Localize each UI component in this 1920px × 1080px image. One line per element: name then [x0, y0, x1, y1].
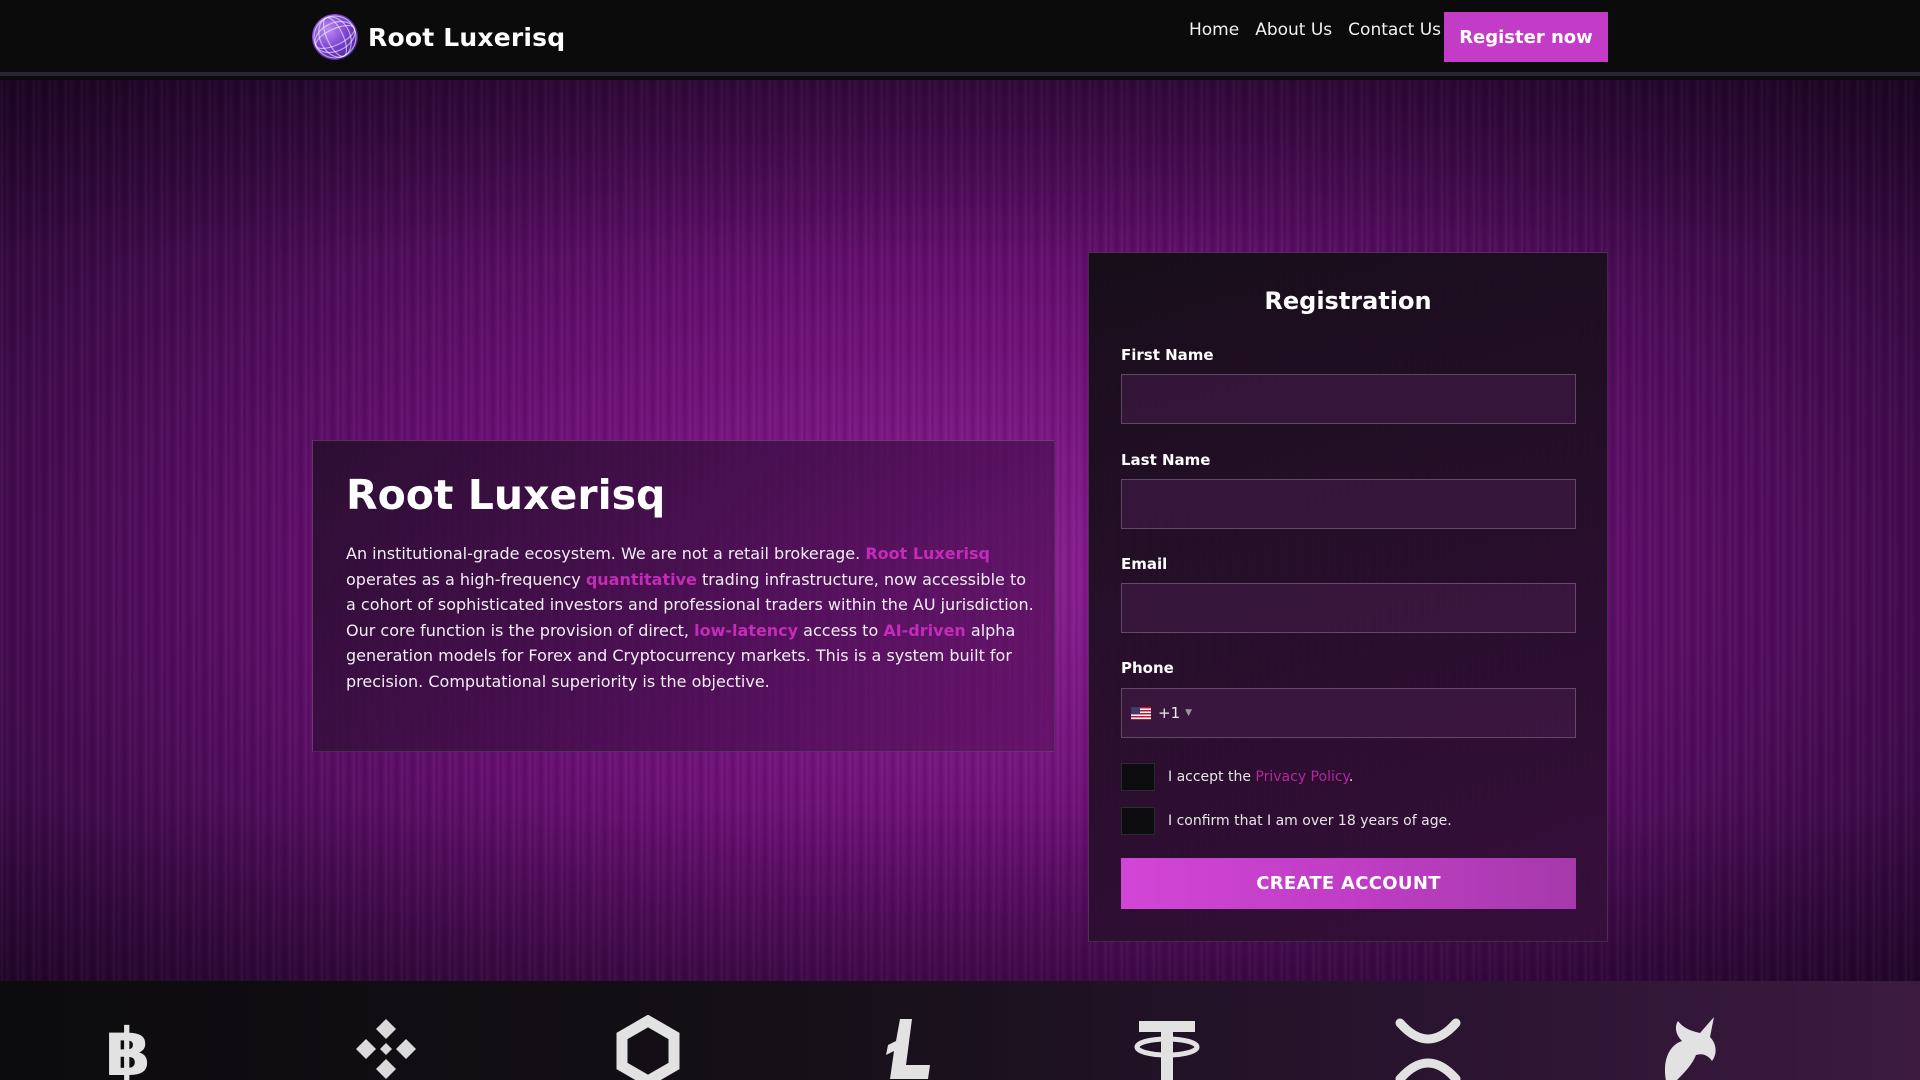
highlight-quantitative: quantitative: [585, 569, 697, 589]
uniswap-icon: [1652, 1015, 1724, 1080]
privacy-text: I accept the Privacy Policy.: [1168, 769, 1353, 785]
globe-logo-icon: [312, 14, 358, 60]
privacy-prefix: I accept the: [1168, 769, 1256, 785]
first-name-field[interactable]: [1121, 374, 1576, 424]
registration-form: Registration First Name Last Name Email …: [1088, 252, 1608, 942]
litecoin-icon: [872, 1015, 944, 1080]
highlight-ai-driven: AI-driven: [883, 620, 966, 640]
nav-link-about-us[interactable]: About Us: [1255, 20, 1332, 40]
email-field[interactable]: [1121, 583, 1576, 633]
intro-text-part: access to: [798, 620, 884, 640]
privacy-checkbox[interactable]: [1121, 763, 1155, 791]
us-flag-icon[interactable]: [1131, 706, 1151, 720]
bitcoin-icon: ฿: [92, 1014, 164, 1080]
phone-field: +1 ▼: [1121, 688, 1576, 738]
chevron-down-icon[interactable]: ▼: [1185, 708, 1192, 718]
last-name-label: Last Name: [1121, 451, 1211, 469]
main-nav: Home About Us Contact Us: [1189, 20, 1441, 40]
brand[interactable]: Root Luxerisq: [312, 14, 565, 60]
create-account-button[interactable]: CREATE ACCOUNT: [1121, 858, 1576, 909]
first-name-label: First Name: [1121, 346, 1214, 364]
age-consent-row: I confirm that I am over 18 years of age…: [1121, 807, 1452, 835]
dial-code[interactable]: +1: [1158, 704, 1180, 722]
chainlink-icon: [612, 1014, 684, 1080]
privacy-consent-row: I accept the Privacy Policy.: [1121, 763, 1353, 791]
nav-link-home[interactable]: Home: [1189, 20, 1239, 40]
privacy-policy-link[interactable]: Privacy Policy: [1255, 769, 1348, 785]
last-name-field[interactable]: [1121, 479, 1576, 529]
privacy-suffix: .: [1348, 769, 1354, 785]
register-now-button[interactable]: Register now: [1444, 12, 1608, 62]
phone-number-input[interactable]: [1198, 689, 1575, 737]
top-navigation-bar: Root Luxerisq Home About Us Contact Us R…: [0, 0, 1920, 76]
binance-icon: [350, 1015, 422, 1080]
intro-text-part: operates as a high-frequency: [346, 569, 586, 589]
registration-title: Registration: [1264, 287, 1432, 315]
age-confirm-text: I confirm that I am over 18 years of age…: [1168, 813, 1452, 829]
intro-text-part: An institutional-grade ecosystem. We are…: [346, 544, 866, 563]
intro-description: An institutional-grade ecosystem. We are…: [346, 541, 1036, 695]
nav-link-contact-us[interactable]: Contact Us: [1348, 20, 1441, 40]
highlight-low-latency: low-latency: [694, 620, 799, 640]
crypto-logos-strip: ฿: [0, 981, 1920, 1080]
xrp-icon: [1392, 1015, 1464, 1080]
highlight-brand: Root Luxerisq: [865, 544, 990, 563]
email-label: Email: [1121, 555, 1168, 573]
svg-text:฿: ฿: [105, 1015, 151, 1080]
tether-icon: [1131, 1015, 1203, 1080]
intro-card: Root Luxerisq An institutional-grade eco…: [312, 440, 1055, 752]
brand-name: Root Luxerisq: [368, 22, 566, 52]
age-checkbox[interactable]: [1121, 807, 1155, 835]
hero-section: Root Luxerisq An institutional-grade eco…: [0, 80, 1920, 981]
intro-title: Root Luxerisq: [346, 471, 666, 519]
phone-label: Phone: [1121, 659, 1174, 677]
